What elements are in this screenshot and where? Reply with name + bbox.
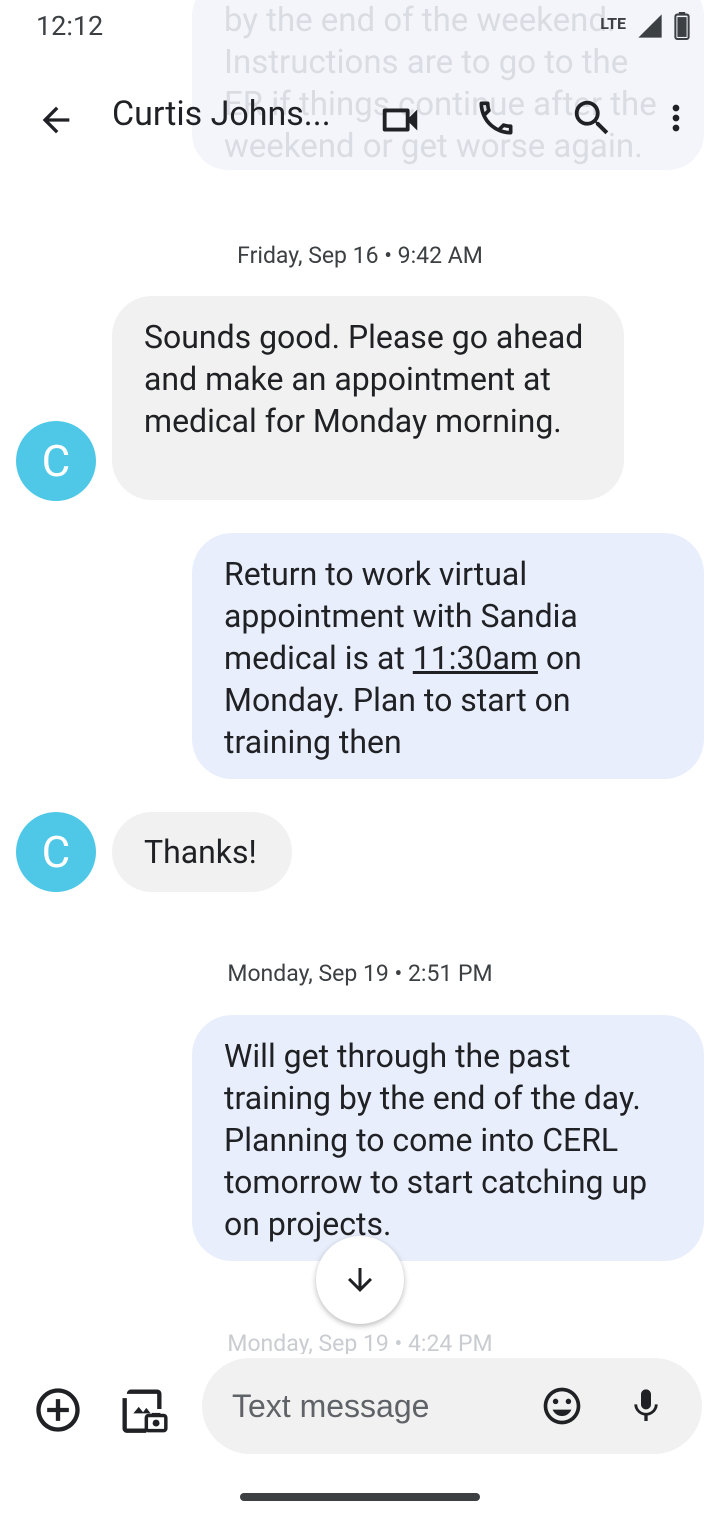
more-vert-icon [672,104,680,132]
avatar-letter: C [41,435,71,487]
message-text: Sounds good. Please go ahead and make an… [144,318,584,440]
status-time: 12:12 [36,10,104,42]
back-button[interactable] [32,96,80,144]
emoji-button[interactable] [540,1384,584,1428]
voice-input-button[interactable] [626,1382,666,1430]
gallery-camera-button[interactable] [116,1382,168,1436]
outgoing-message-bubble[interactable]: Return to work virtual appointment with … [192,533,704,779]
app-bar: Curtis Johns... [0,78,720,158]
contact-name[interactable]: Curtis Johns... [112,94,331,134]
contact-avatar[interactable]: C [16,812,96,892]
compose-bar [0,1356,720,1456]
emoji-icon [543,1387,581,1425]
video-call-button[interactable] [376,96,424,144]
add-circle-icon [36,1388,80,1432]
scroll-to-bottom-button[interactable] [316,1236,404,1324]
back-arrow-icon [42,106,70,134]
phone-icon [479,101,513,135]
message-input-container [202,1358,702,1454]
gesture-nav-handle[interactable] [240,1493,480,1501]
message-text: Thanks! [144,833,257,871]
battery-icon [674,12,690,40]
time-link[interactable]: 11:30am [413,639,538,677]
messages-screen: by the end of the weekend. Instructions … [0,0,720,1520]
arrow-down-icon [348,1268,372,1292]
status-bar: 12:12 LTE [0,0,720,56]
message-timestamp: Monday, Sep 19 • 2:51 PM [227,960,493,987]
video-call-icon [382,108,418,132]
search-button[interactable] [568,94,616,142]
contact-avatar[interactable]: C [16,421,96,501]
more-options-button[interactable] [656,94,696,142]
message-text: Will get through the past training by th… [224,1037,648,1243]
network-type: LTE [600,13,626,33]
status-icons: LTE [600,12,690,40]
outgoing-message-bubble[interactable]: Will get through the past training by th… [192,1015,704,1261]
incoming-message-bubble[interactable]: Thanks! [112,812,292,892]
incoming-message-bubble[interactable]: Sounds good. Please go ahead and make an… [112,296,624,500]
message-input[interactable] [232,1386,532,1426]
search-icon [574,100,609,135]
cell-signal-icon [638,14,662,38]
attach-button[interactable] [32,1384,84,1436]
partial-timestamp: Monday, Sep 19 • 4:24 PM [227,1330,493,1354]
gallery-camera-icon [122,1389,168,1433]
call-button[interactable] [472,94,520,142]
avatar-letter: C [41,826,71,878]
mic-icon [634,1389,658,1421]
message-timestamp: Friday, Sep 16 • 9:42 AM [237,242,483,269]
